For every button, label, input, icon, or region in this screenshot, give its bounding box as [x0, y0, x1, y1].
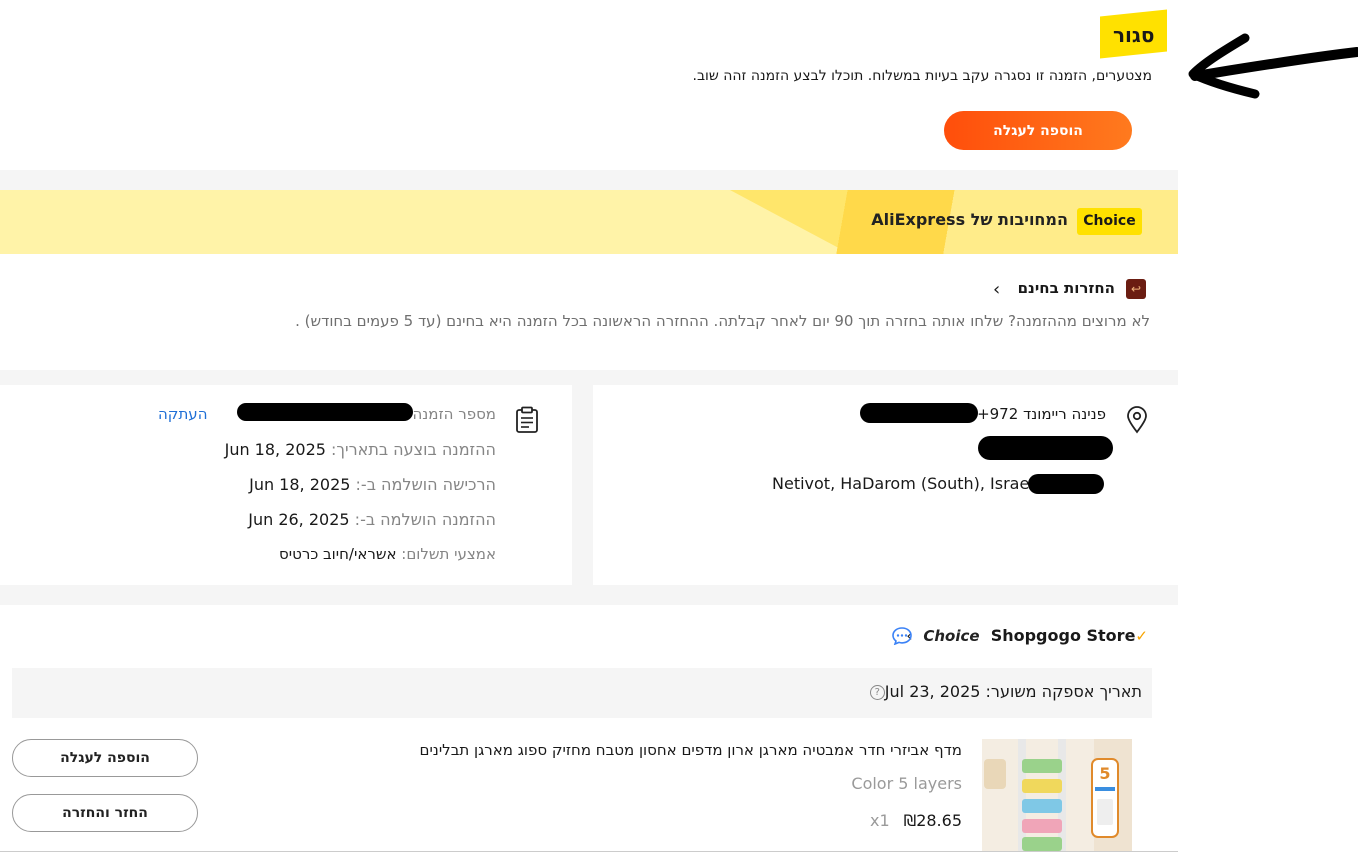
payment-completed-row: הרכישה הושלמה ב-: Jun 18, 2025 — [249, 475, 496, 494]
banner-title: המחויבות של AliExpress — [871, 210, 1068, 229]
annotation-arrow-icon — [1188, 33, 1358, 99]
delivery-value: Jul 23, 2025 — [884, 682, 981, 701]
product-price-row: x1 ₪28.65 — [870, 811, 962, 830]
return-refund-button[interactable]: החזר והחזרה — [12, 794, 198, 832]
clipboard-icon — [516, 406, 538, 433]
redacted-street — [978, 436, 1113, 460]
status-badge: סגור — [1100, 9, 1167, 59]
estimated-delivery-row: תאריך אספקה משוער: Jul 23, 2025? — [869, 682, 1142, 701]
phone-prefix: +972 — [977, 405, 1019, 423]
product-price: ₪28.65 — [903, 811, 962, 830]
order-placed-row: ההזמנה בוצעה בתאריך: Jun 18, 2025 — [225, 440, 496, 459]
payment-completed-value: Jun 18, 2025 — [249, 475, 351, 494]
product-image-badge: 5 — [1099, 764, 1110, 783]
free-returns-description: לא מרוצים מההזמנה? שלחו אותה בחזרה תוך 9… — [295, 312, 1150, 330]
delivery-label: תאריך אספקה משוער: — [985, 682, 1142, 701]
location-pin-icon — [1127, 406, 1147, 434]
order-completed-row: ההזמנה הושלמה ב-: Jun 26, 2025 — [248, 510, 496, 529]
order-completed-label: ההזמנה הושלמה ב-: — [354, 510, 496, 529]
redacted-phone — [860, 403, 978, 423]
payment-method-value: אשראי/חיוב כרטיס — [279, 545, 397, 563]
address-city-line: Netivot, HaDarom (South), Israel, — [772, 474, 1039, 493]
copy-link[interactable]: העתקה — [158, 405, 208, 423]
redacted-postcode — [1028, 474, 1104, 494]
product-thumbnail-icon: 5 — [982, 739, 1132, 852]
chevron-left-icon[interactable]: ‹ — [993, 279, 1000, 300]
free-returns-link[interactable]: החזרות בחינם — [1018, 279, 1115, 297]
order-placed-value: Jun 18, 2025 — [224, 440, 326, 459]
order-completed-value: Jun 26, 2025 — [248, 510, 350, 529]
recipient-name: פנינה ריימונד — [1023, 405, 1106, 423]
choice-tag: Choice — [1077, 208, 1142, 235]
product-add-to-cart-button[interactable]: הוספה לעגלה — [12, 739, 198, 777]
redacted-order-number — [237, 403, 413, 421]
product-image[interactable]: 5 — [982, 739, 1132, 852]
return-icon: ↩ — [1126, 279, 1146, 299]
add-to-cart-button[interactable]: הוספה לעגלה — [944, 111, 1132, 150]
help-icon[interactable]: ? — [869, 685, 885, 700]
product-variant: Color 5 layers — [851, 774, 962, 793]
recipient-name-row: פנינה ריימונד +972 — [977, 405, 1106, 423]
store-name-link[interactable]: Shopgogo Store — [991, 626, 1136, 645]
product-title-link[interactable]: מדף אביזרי חדר אמבטיה מארגן ארון מדפים א… — [420, 741, 963, 759]
order-number-label: מספר הזמנה — [412, 405, 496, 423]
status-message: מצטערים, הזמנה זו נסגרה עקב בעיות במשלוח… — [692, 68, 1152, 84]
payment-method-label: אמצעי תשלום: — [401, 545, 496, 563]
payment-method-row: אמצעי תשלום: אשראי/חיוב כרטיס — [279, 545, 496, 563]
chat-icon[interactable] — [892, 627, 912, 645]
payment-completed-label: הרכישה הושלמה ב-: — [355, 475, 496, 494]
order-placed-label: ההזמנה בוצעה בתאריך: — [331, 440, 496, 459]
section-divider — [0, 170, 1178, 190]
store-row: ✓Choice Shopgogo Store › — [906, 626, 1148, 645]
product-quantity: x1 — [869, 811, 890, 830]
